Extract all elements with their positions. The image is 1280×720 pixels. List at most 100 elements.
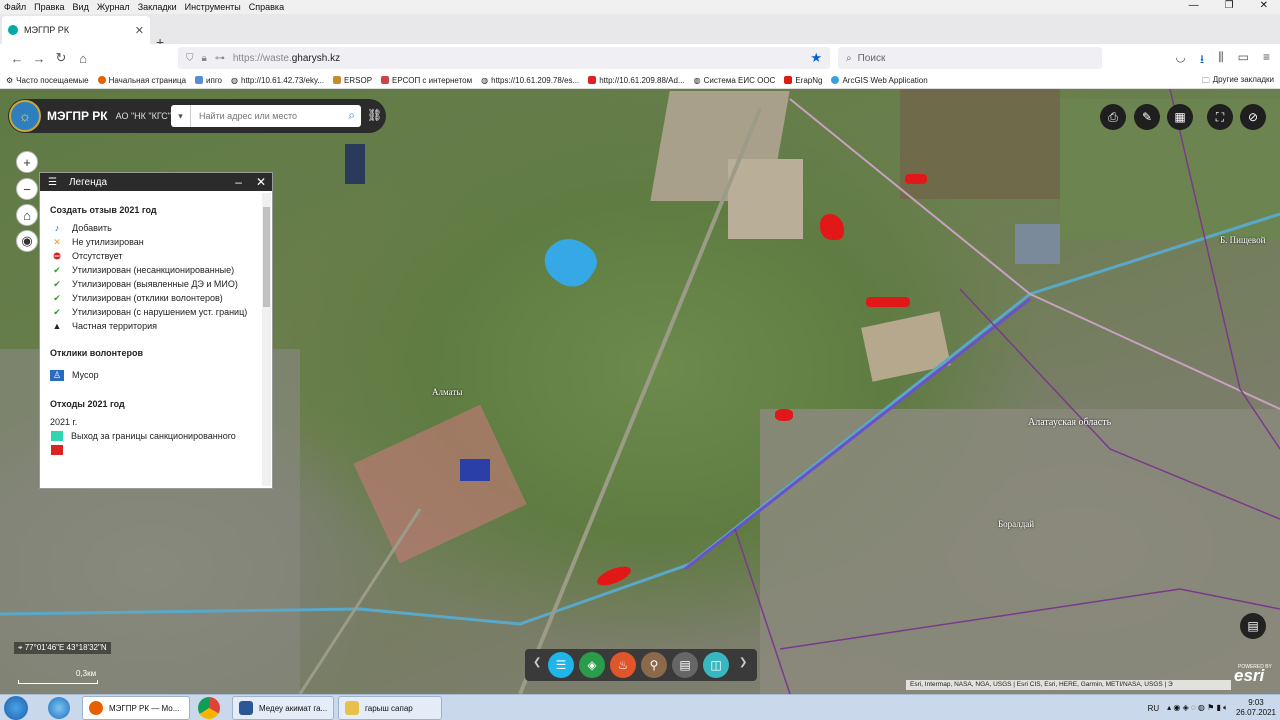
page-icon [333, 76, 342, 84]
menu-bookmarks[interactable]: Закладки [134, 2, 181, 12]
menu-history[interactable]: Журнал [93, 2, 134, 12]
firefox-icon [89, 701, 103, 715]
home-icon[interactable]: ⌂ [72, 51, 94, 66]
bookmark-item[interactable]: ◍ http://10.61.42.73/eky... [231, 76, 324, 85]
compare-widget-button[interactable]: ◫ [703, 652, 729, 678]
draw-button[interactable]: ✎ [1134, 104, 1160, 130]
legend-scrollbar[interactable] [262, 193, 271, 486]
esri-logo[interactable]: esri [1234, 666, 1264, 686]
menu-file[interactable]: Файл [0, 2, 30, 12]
menu-edit[interactable]: Правка [30, 2, 68, 12]
library-icon[interactable]: ⫼ [1218, 50, 1224, 71]
reload-icon[interactable]: ↻ [50, 50, 72, 66]
fire-widget-button[interactable]: ♨ [610, 652, 636, 678]
globe-icon: ◍ [693, 75, 701, 85]
app-header: ☼ МЭГПР РК АО "НК "КГС" ▾ ⌕ ⛓ [8, 99, 386, 133]
waste-polygon[interactable] [905, 174, 927, 184]
url-text: https://waste.gharysh.kz [232, 52, 341, 64]
nav-right-tools: ◡ ⭳ ⫼ ▭ ≡ [1175, 50, 1270, 71]
sidebar-icon[interactable]: ▭ [1238, 50, 1249, 71]
scrollbar-thumb[interactable] [263, 207, 270, 307]
menu-view[interactable]: Вид [69, 2, 93, 12]
locate-button[interactable]: ◉ [16, 230, 38, 252]
bookmark-item[interactable]: ERSOP [333, 76, 372, 85]
bookmark-item[interactable]: ◍ https://10.61.209.78/es... [481, 76, 579, 85]
page-icon [381, 76, 390, 84]
ie-icon[interactable] [48, 697, 70, 719]
maximize-icon[interactable]: ❐ [1221, 0, 1238, 11]
tray-icons[interactable]: ▴ ◉ ◈ ◌ ◍ ⚑ ▮ 🔈︎ [1167, 703, 1228, 713]
taskbar-folder[interactable]: гарыш сапар [338, 696, 442, 720]
bookmark-item[interactable]: ◍ Система ЕИС ООС [694, 76, 776, 85]
legend-item: Выход за границы санкционированного [50, 431, 252, 442]
bookmark-item[interactable]: Начальная страница [97, 76, 186, 85]
coordinates-readout: ⌖ 77°01'46"E 43°18'32"N [14, 642, 111, 654]
language-indicator[interactable]: RU [1148, 704, 1160, 713]
legend-header: ☰ Легенда ‒ ✕ [40, 173, 272, 191]
bookmark-item[interactable]: ЕРСОП с интернетом [381, 76, 472, 85]
url-bar[interactable]: ⛉ 🔒︎ ⊶ https://waste.gharysh.kz ★ [178, 47, 830, 69]
address-search-input[interactable] [191, 111, 331, 121]
triangle-icon: ▲ [52, 321, 62, 331]
checkmark-icon: ✔ [53, 293, 61, 303]
geo-widget-button[interactable]: ⚲ [641, 652, 667, 678]
forward-icon[interactable]: → [28, 51, 50, 66]
hide-layers-button[interactable]: ⊘ [1240, 104, 1266, 130]
attribution: Esri, Intermap, NASA, NGA, USGS | Esri C… [906, 680, 1231, 690]
red-swatch [51, 445, 63, 455]
close-tab-icon[interactable]: ✕ [135, 24, 144, 37]
home-extent-button[interactable]: ⌂ [16, 204, 38, 226]
hamburger-menu-icon[interactable]: ≡ [1263, 50, 1270, 71]
place-label: Б. Пищевой [1220, 235, 1266, 245]
waste-polygon[interactable] [866, 297, 910, 307]
link-icon[interactable]: ⛓ [367, 108, 382, 122]
menu-tools[interactable]: Инструменты [181, 2, 245, 12]
page-icon [588, 76, 597, 84]
search-icon[interactable]: ⌕ [348, 108, 355, 123]
bookmark-item[interactable]: http://10.61.209.88/Ad... [588, 76, 685, 85]
chrome-icon[interactable] [198, 697, 220, 719]
layers-widget-button[interactable]: ◈ [579, 652, 605, 678]
download-icon[interactable]: ⭳ [1200, 50, 1204, 71]
bookmark-item[interactable]: ErapNg [784, 76, 822, 85]
print-button[interactable]: ⎙ [1100, 104, 1126, 130]
bookmark-item[interactable]: ⚙ Часто посещаемые [6, 76, 89, 85]
shield-icon[interactable]: ⛉ [186, 53, 194, 64]
start-button[interactable] [4, 696, 28, 720]
search-icon: ⌕ [846, 52, 852, 64]
clock[interactable]: 9:03 26.07.2021 [1236, 698, 1276, 718]
browser-search-input[interactable]: ⌕ Поиск [838, 47, 1102, 69]
back-icon[interactable]: ← [6, 51, 28, 66]
menu-help[interactable]: Справка [245, 2, 288, 12]
checkmark-icon: ✔ [53, 279, 61, 289]
attribute-table-button[interactable]: ▤ [1240, 613, 1266, 639]
minimize-icon[interactable]: — [1185, 0, 1203, 11]
basemap-gallery-button[interactable]: ▦ [1167, 104, 1193, 130]
permissions-icon[interactable]: ⊶ [215, 53, 225, 64]
bookmark-item[interactable]: ArcGIS Web Application [831, 76, 928, 85]
fullscreen-button[interactable]: ⛶ [1207, 104, 1233, 130]
minimize-panel-icon[interactable]: ‒ [235, 175, 242, 189]
close-window-icon[interactable]: ✕ [1256, 0, 1272, 11]
chevron-left-icon[interactable]: ❮ [533, 657, 541, 668]
pocket-icon[interactable]: ◡ [1175, 50, 1185, 71]
bookmark-item[interactable]: ипго [195, 76, 222, 85]
waste-polygon[interactable] [775, 409, 793, 421]
legend-widget-button[interactable]: ☰ [548, 652, 574, 678]
system-tray: RU ▴ ◉ ◈ ◌ ◍ ⚑ ▮ 🔈︎ 9:03 26.07.2021 [1148, 698, 1276, 718]
bookmarks-bar: ⚙ Часто посещаемые Начальная страница ипг… [0, 72, 1280, 89]
chevron-down-icon[interactable]: ▾ [171, 105, 191, 127]
close-icon[interactable]: ✕ [256, 175, 266, 189]
stats-widget-button[interactable]: ▤ [672, 652, 698, 678]
bookmark-star-icon[interactable]: ★ [810, 50, 822, 66]
zoom-out-button[interactable]: − [16, 178, 38, 200]
taskbar-firefox[interactable]: МЭГПР РК — Мо... [82, 696, 190, 720]
zoom-in-button[interactable]: + [16, 151, 38, 173]
map-view[interactable]: Алматы Алатауская область Боралдай Б. Пи… [0, 89, 1280, 694]
taskbar-word[interactable]: Медеу акимат га... [232, 696, 334, 720]
list-icon: ☰ [48, 176, 57, 188]
lock-icon[interactable]: 🔒︎ [202, 53, 207, 64]
chevron-right-icon[interactable]: ❯ [739, 657, 747, 668]
tab-active[interactable]: МЭГПР РК ✕ [2, 16, 150, 44]
other-bookmarks[interactable]: 🗀︎ Другие закладки [1202, 75, 1274, 88]
